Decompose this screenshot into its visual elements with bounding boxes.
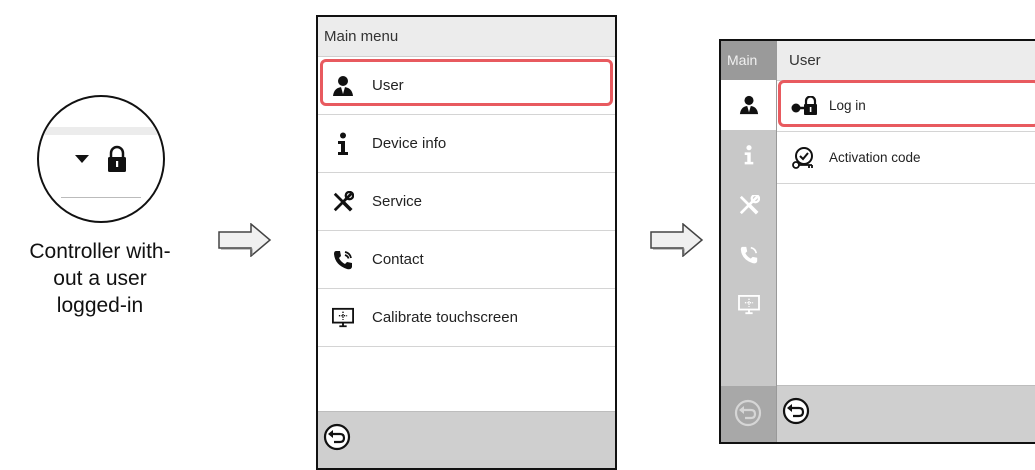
highlight-frame xyxy=(778,80,1035,127)
menu-item-service[interactable]: Service xyxy=(318,173,615,231)
user-menu-screen: Main User Log in Activation code xyxy=(719,39,1035,444)
phone-icon xyxy=(332,248,354,272)
bottom-bar xyxy=(777,385,1035,442)
main-menu-screen: Main menu User Device info Service Conta… xyxy=(316,15,617,470)
info-icon xyxy=(744,145,753,165)
menu-item-label: Service xyxy=(372,193,423,210)
lock-icon xyxy=(108,145,126,172)
highlight-frame xyxy=(320,59,613,106)
arrow-right-icon xyxy=(650,223,704,257)
caption-line: logged-in xyxy=(56,294,144,317)
menu-item-label: Contact xyxy=(372,251,424,268)
sidebar-item-calibrate[interactable] xyxy=(721,280,776,330)
tools-icon xyxy=(739,195,760,215)
collapsed-main-menu: Main xyxy=(721,41,776,442)
caption-line: Controller with- xyxy=(29,240,171,263)
user-icon xyxy=(739,95,758,115)
sidebar-item-service[interactable] xyxy=(721,180,776,230)
menu-item-contact[interactable]: Contact xyxy=(318,231,615,289)
dropdown-lock-group[interactable] xyxy=(75,145,131,175)
caption: Controller with- out a user logged-in xyxy=(0,238,200,319)
menu-item-activation-code[interactable]: Activation code xyxy=(777,132,1035,184)
sidebar-item-contact[interactable] xyxy=(721,230,776,280)
screen-title: Main menu xyxy=(318,17,615,57)
back-icon[interactable] xyxy=(781,396,811,426)
tools-icon xyxy=(332,190,354,214)
sidebar-item-device-info[interactable] xyxy=(721,130,776,180)
menu-item-calibrate-touchscreen[interactable]: Calibrate touchscreen xyxy=(318,289,615,347)
sidebar-title: Main xyxy=(721,41,776,80)
info-icon xyxy=(332,132,354,156)
menu-item-label: Activation code xyxy=(829,150,921,165)
divider xyxy=(61,197,141,198)
sidebar-bottom xyxy=(721,386,776,442)
sidebar-item-user[interactable] xyxy=(721,80,776,130)
touchscreen-icon xyxy=(332,306,354,330)
user-submenu: User Log in Activation code xyxy=(776,41,1035,442)
touchscreen-icon xyxy=(737,295,760,315)
menu-item-label: Device info xyxy=(372,135,447,152)
screen-title: User xyxy=(777,41,1035,81)
menu-item-device-info[interactable]: Device info xyxy=(318,115,615,173)
phone-icon xyxy=(740,246,757,264)
back-icon xyxy=(734,399,762,427)
caption-line: out a user xyxy=(53,267,147,290)
chevron-down-icon xyxy=(75,155,89,163)
menu-item-label: Calibrate touchscreen xyxy=(372,309,518,326)
back-icon[interactable] xyxy=(322,422,352,452)
status-bar-strip xyxy=(39,127,163,135)
arrow-right-icon xyxy=(218,223,272,257)
bottom-bar xyxy=(318,411,615,468)
activation-key-icon xyxy=(791,146,817,169)
lock-status-zoom xyxy=(37,95,165,223)
